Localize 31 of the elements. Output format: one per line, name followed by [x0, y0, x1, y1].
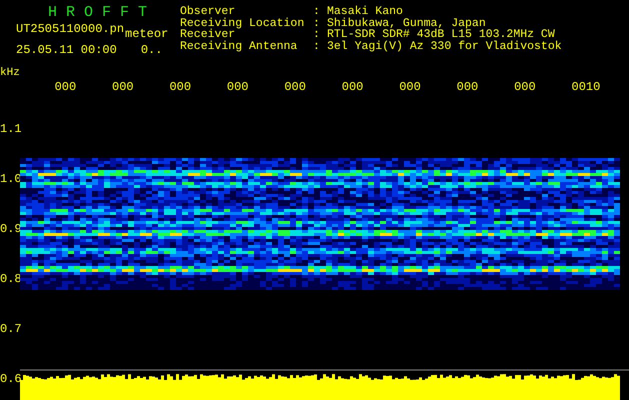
file-suffix: meteor [125, 27, 168, 41]
separator-text: : [313, 18, 321, 29]
axis-label: 000 [54, 80, 76, 94]
separator-text: : [313, 40, 321, 52]
field-value: Masaki Kano [327, 6, 403, 18]
axis-label: 000 [112, 80, 134, 94]
timestamp: 25.05.11 00:00 [16, 43, 117, 57]
field-label: Receiving Location [180, 18, 306, 29]
app-title: H R O F F T [47, 3, 148, 20]
axis-label: 000 [169, 80, 192, 94]
axis-label: 000 [342, 80, 364, 94]
separator-text: : [313, 6, 321, 18]
field-value: Shibukawa, Gunma, Japan [327, 18, 486, 29]
axis-label: 000 [456, 80, 478, 94]
field-label: Receiving Antenna [180, 40, 298, 52]
field-value: 3el Yagi(V) Az 330 for Vladivostok [327, 40, 562, 52]
axis-label: 0.7 [0, 324, 22, 336]
field-value: RTL-SDR SDR# 43dB L15 103.2MHz CW [327, 29, 555, 40]
axis-label: 000 [399, 80, 421, 94]
axis-unit: kHz [0, 68, 21, 80]
axis-label: 000 [284, 80, 306, 94]
axis-label: 1.1 [0, 124, 22, 136]
field-label: Receiver [180, 29, 236, 40]
axis-label: 000 [514, 80, 536, 94]
file-name: UT2505110000.pn [16, 22, 124, 36]
axis-label: 0010 [572, 80, 600, 94]
counter-text: 0.. [140, 43, 162, 57]
field-label: Observer [180, 6, 236, 18]
axis-label: 0.6 [0, 374, 22, 386]
separator-text: : [313, 29, 321, 40]
axis-label: 000 [226, 80, 248, 94]
